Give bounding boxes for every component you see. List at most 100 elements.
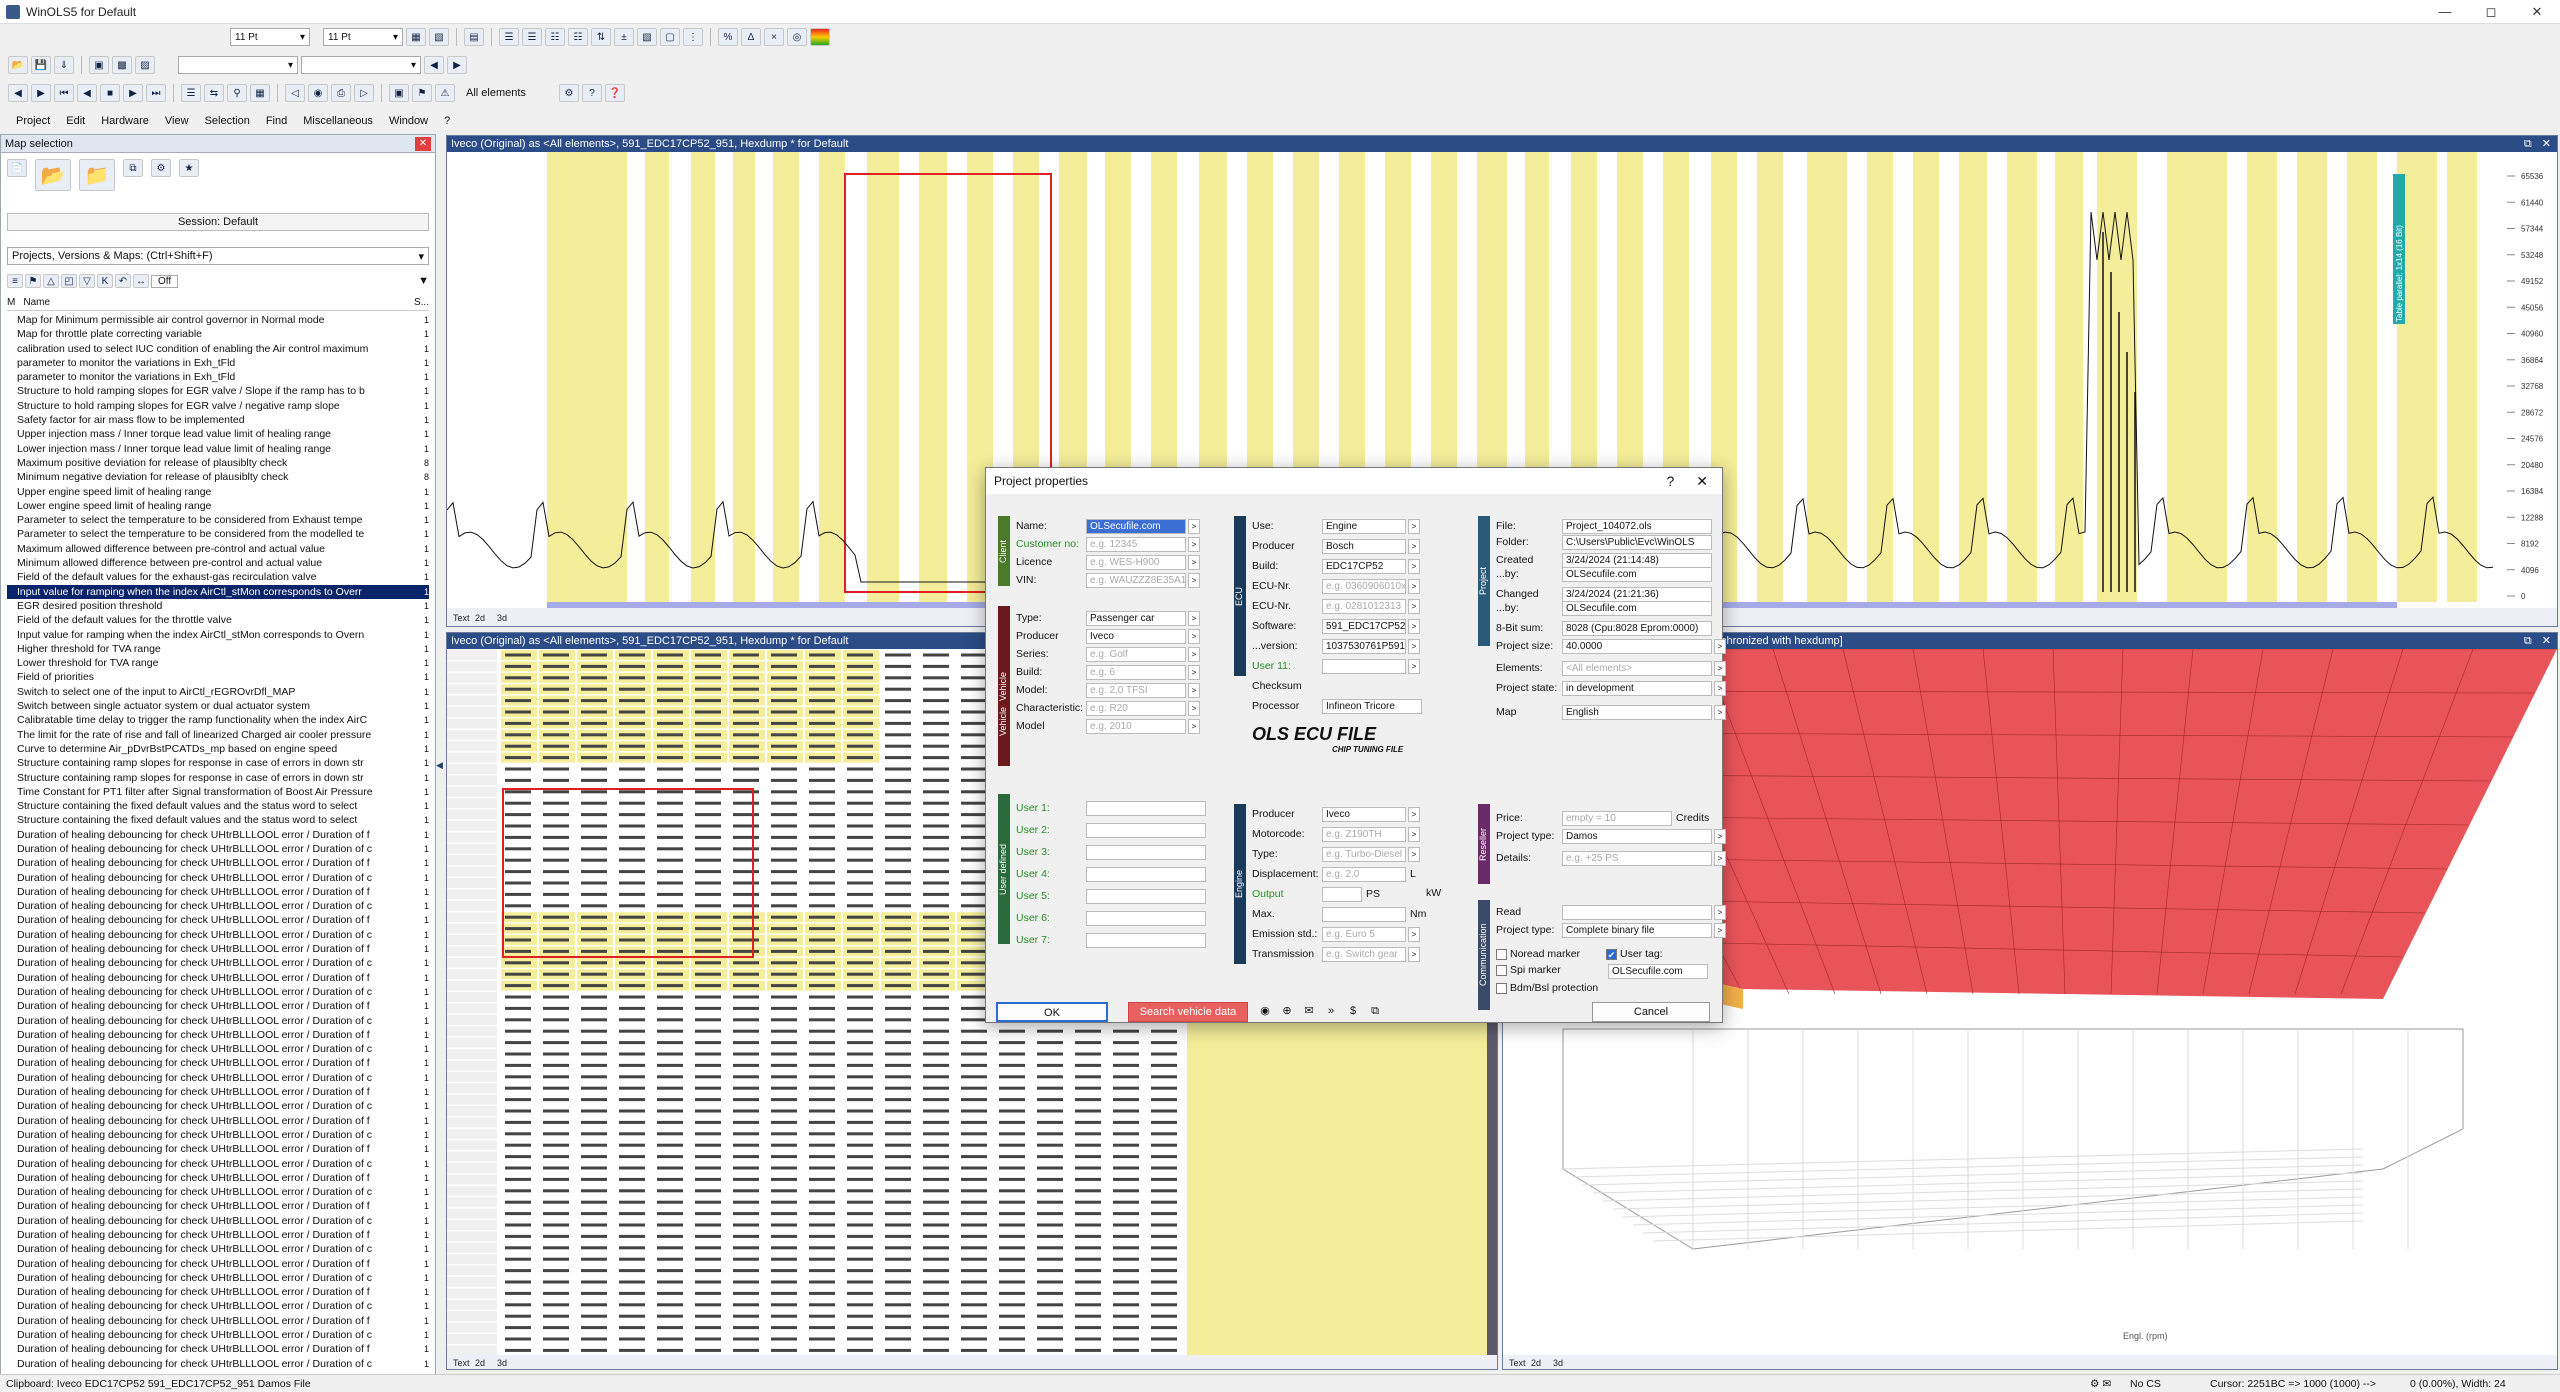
vehicle-producer-input[interactable]: Iveco [1086,628,1186,644]
ecu-version-input[interactable]: 1037530761P591V [1322,638,1406,654]
map-list-item[interactable]: Upper engine speed limit of healing rang… [7,485,429,499]
dec-icon[interactable]: ▧ [637,28,657,46]
map-list-item[interactable]: Field of the default values for the thro… [7,613,429,627]
menu-hardware[interactable]: Hardware [101,115,149,127]
map-list-item[interactable]: parameter to monitor the variations in E… [7,356,429,370]
map-list-item[interactable]: Switch to select one of the input to Air… [7,685,429,699]
engine-producer-input[interactable]: Iveco [1322,806,1406,822]
map-list-item[interactable]: Duration of healing debouncing for check… [7,1314,429,1328]
prev-map-icon[interactable]: ◀ [8,84,28,102]
earth-icon[interactable]: ⊕ [1278,1002,1296,1022]
map-list-item[interactable]: Duration of healing debouncing for check… [7,1285,429,1299]
map-list-item[interactable]: Duration of healing debouncing for check… [7,1114,429,1128]
search-vehicle-data-button[interactable]: Search vehicle data [1128,1002,1248,1022]
project-file-input[interactable]: Project_104072.ols [1562,518,1712,534]
map-list-item[interactable]: Duration of healing debouncing for check… [7,1042,429,1056]
user-tag-input[interactable]: OLSecufile.com [1608,964,1708,979]
ecu-software-input[interactable]: 591_EDC17CP52_ [1322,618,1406,634]
map-list-item[interactable]: Duration of healing debouncing for check… [7,1214,429,1228]
field-arrow-icon[interactable]: > [1408,598,1420,614]
map-list-item[interactable]: Safety factor for air mass flow to be im… [7,413,429,427]
marked-map-region[interactable] [1807,152,1847,602]
comm-read-input[interactable] [1562,904,1712,920]
vehicle-type-input[interactable]: Passenger car [1086,610,1186,626]
table-parallel-marker[interactable]: Table parallel: 1x14 (16 Bit) [2393,174,2405,324]
undo-icon[interactable]: ↶ [115,274,131,288]
map-list-item[interactable]: Duration of healing debouncing for check… [7,971,429,985]
col-name-header[interactable]: Name [23,297,50,310]
compare-icon[interactable]: ⇆ [204,84,224,102]
map-list-item[interactable]: Lower engine speed limit of healing rang… [7,499,429,513]
map-list-item[interactable]: Map for Minimum permissible air control … [7,313,429,327]
map-list-item[interactable]: Lower injection mass / Inner torque lead… [7,442,429,456]
engine-type-input[interactable]: e.g. Turbo-Diesel [1322,846,1406,862]
map-list-item[interactable]: Minimum allowed difference between pre-c… [7,556,429,570]
project-folder-input[interactable]: C:\Users\Public\Evc\WinOLS [1562,534,1712,550]
list-icon[interactable]: ☰ [181,84,201,102]
field-arrow-icon[interactable]: > [1188,646,1200,662]
map-list-item[interactable]: Duration of healing debouncing for check… [7,985,429,999]
marked-map-region[interactable] [2297,152,2327,602]
filter-off-label[interactable]: Off [151,274,179,288]
percent-icon[interactable]: % [718,28,738,46]
field-arrow-icon[interactable]: > [1714,680,1726,696]
field-arrow-icon[interactable]: > [1188,718,1200,734]
map-list-item[interactable]: Duration of healing debouncing for check… [7,1185,429,1199]
user-field-input[interactable] [1086,822,1206,838]
map-list-item[interactable]: Duration of healing debouncing for check… [7,885,429,899]
map-list-item[interactable]: Curve to determine Air_pDvrBstPCATDs_mp … [7,742,429,756]
project-state-input[interactable]: in development [1562,680,1712,696]
hex-icon[interactable]: ▢ [660,28,680,46]
map-list-item[interactable]: Higher threshold for TVA range 1 [7,642,429,656]
copy-icon[interactable]: ⧉ [123,159,143,177]
project-bitsum-input[interactable]: 8028 (Cpu:8028 Eprom:0000) [1562,620,1712,636]
ecu-nr-2-input[interactable]: e.g. 0281012313 [1322,598,1406,614]
columns-icon[interactable]: ☰ [499,28,519,46]
ecu-producer-input[interactable]: Bosch [1322,538,1406,554]
restore-icon[interactable]: ⧉ [2524,633,2532,649]
bdm-protection-checkbox-box[interactable] [1496,982,1507,994]
engine-motorcode-input[interactable]: e.g. Z190TH [1322,826,1406,842]
ok-button[interactable]: OK [996,1002,1108,1022]
field-arrow-icon[interactable]: > [1714,828,1726,844]
open-icon[interactable]: 📂 [8,56,28,74]
search-icon[interactable]: ⚲ [227,84,247,102]
field-arrow-icon[interactable]: > [1408,558,1420,574]
grid-icon[interactable]: ▦ [406,28,426,46]
vehicle-model-input[interactable]: e.g. 2.0 TFSI [1086,682,1186,698]
view-tab-text[interactable]: Text [1509,1358,1526,1368]
lohi-icon[interactable]: ⇅ [591,28,611,46]
field-arrow-icon[interactable]: > [1408,946,1420,962]
settings-icon[interactable]: ⚙ [559,84,579,102]
new-project-icon[interactable]: 📄 [7,159,27,177]
reseller-price-input[interactable]: empty = 10 [1562,810,1672,826]
map-list-item[interactable]: Duration of healing debouncing for check… [7,1014,429,1028]
mark-icon[interactable]: ▦ [250,84,270,102]
whats-this-icon[interactable]: ❓ [605,84,625,102]
font-size-combo-b[interactable]: 11 Pt ▾ [323,28,403,46]
view-tab-2d[interactable]: 2d [475,1358,485,1368]
map-list-item[interactable]: Duration of healing debouncing for check… [7,1242,429,1256]
field-arrow-icon[interactable]: > [1188,628,1200,644]
client-name-input[interactable]: OLSecufile.com [1086,518,1186,534]
view-tab-2d[interactable]: 2d [475,613,485,623]
map-list-item[interactable]: Duration of healing debouncing for check… [7,1328,429,1342]
map-list-item[interactable]: Duration of healing debouncing for check… [7,1299,429,1313]
project-size-input[interactable]: 40.0000 [1562,638,1712,654]
help-icon[interactable]: ? [582,84,602,102]
map-icon[interactable]: ▣ [389,84,409,102]
map-list-item[interactable]: Duration of healing debouncing for check… [7,1342,429,1356]
marked-map-region[interactable] [1757,152,1783,602]
map-list-item[interactable]: Duration of healing debouncing for check… [7,1199,429,1213]
field-arrow-icon[interactable]: > [1188,518,1200,534]
field-arrow-icon[interactable]: > [1188,554,1200,570]
marked-map-region[interactable] [773,152,799,602]
map-list-item[interactable]: Structure to hold ramping slopes for EGR… [7,399,429,413]
map-list-item[interactable]: Duration of healing debouncing for check… [7,1071,429,1085]
flag-icon[interactable]: ⚑ [412,84,432,102]
map-list-item[interactable]: Upper injection mass / Inner torque lead… [7,427,429,441]
save-icon[interactable]: 💾 [31,56,51,74]
bits-icon[interactable]: ☷ [568,28,588,46]
dollar-icon[interactable]: $ [1344,1002,1362,1022]
project-icon[interactable]: ▣ [89,56,109,74]
